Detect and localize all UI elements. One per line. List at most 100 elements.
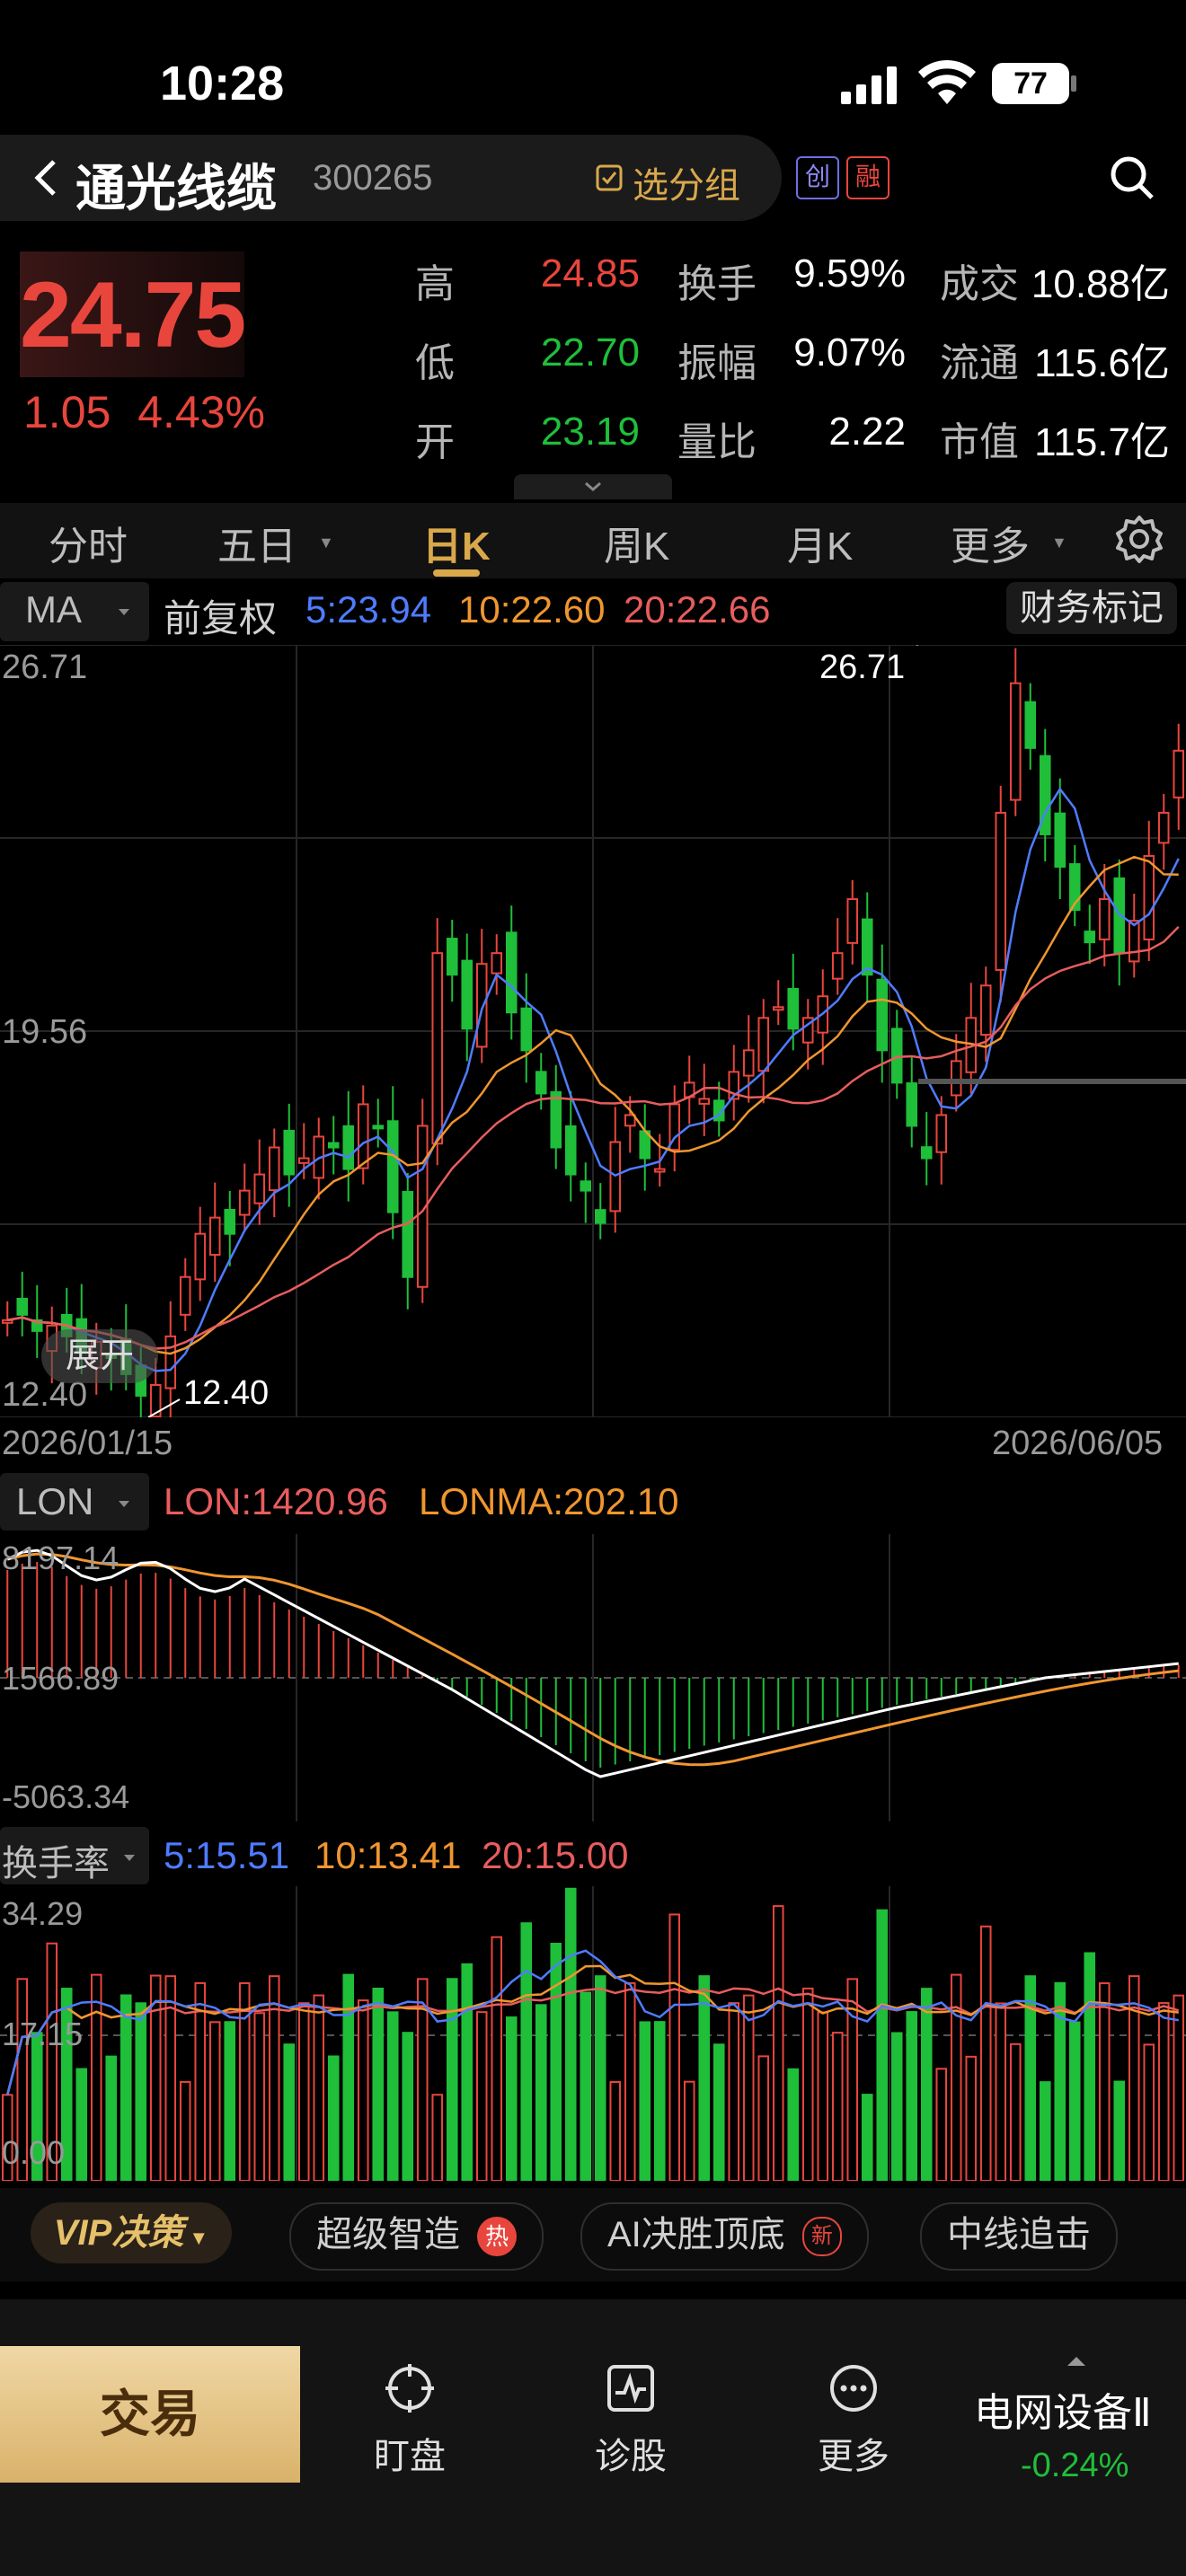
- nav-watch[interactable]: 盯盘: [338, 2362, 482, 2479]
- turnover-bar: [594, 1975, 606, 2181]
- turnover-bar: [683, 2080, 695, 2181]
- candle-body: [876, 978, 889, 1052]
- candle-body: [580, 1180, 592, 1192]
- candle-body: [342, 1125, 355, 1170]
- candle-body: [757, 1017, 770, 1072]
- strategy-mid-chase[interactable]: 中线追击: [920, 2202, 1118, 2271]
- tab-4[interactable]: 月K: [787, 514, 853, 571]
- turnover-bar: [491, 1936, 503, 2181]
- candle-body: [208, 1216, 221, 1257]
- turnover-bar: [208, 2021, 221, 2181]
- strategy-ai-top-bottom[interactable]: AI决胜顶底 新: [580, 2202, 869, 2271]
- wifi-icon: [918, 59, 976, 110]
- turnover-bar: [609, 2081, 622, 2181]
- turnover-bar: [386, 2011, 399, 2181]
- candlestick-chart[interactable]: [0, 645, 1186, 1417]
- quote-stats: 高 24.85 换手 9.59% 成交 10.88亿低 22.70 振幅 9.07% 流通 115.…: [415, 251, 1170, 467]
- tab-5[interactable]: 更多: [951, 514, 1030, 571]
- turnover-bar: [624, 1981, 636, 2181]
- turnover-bar: [90, 1973, 102, 2181]
- watchlist-button[interactable]: 选分组: [633, 156, 740, 208]
- financial-mark-button[interactable]: 财务标记: [1006, 582, 1177, 634]
- turnover-y-top: 34.29: [2, 1895, 84, 1932]
- candle-body: [357, 1103, 369, 1169]
- margin-badge: 融: [846, 156, 890, 199]
- candle-body: [297, 1157, 310, 1164]
- candle-body: [787, 987, 800, 1030]
- lon-value: LON:1420.96: [164, 1480, 388, 1522]
- turnover-bar: [979, 1925, 992, 2181]
- adjust-label[interactable]: 前复权: [164, 588, 277, 643]
- tab-2[interactable]: 日K: [422, 514, 491, 571]
- tab-0[interactable]: 分时: [49, 514, 128, 571]
- turnover-bar: [817, 2011, 829, 2181]
- new-badge: 新: [801, 2217, 842, 2257]
- turnover-bar: [920, 1988, 933, 2181]
- back-icon[interactable]: [20, 149, 74, 207]
- candle-body: [1157, 811, 1170, 844]
- candle-body: [1009, 682, 1022, 801]
- expand-quote-handle[interactable]: [514, 474, 672, 499]
- expand-button[interactable]: 展开: [41, 1329, 158, 1383]
- sector-change: -0.24%: [1021, 2447, 1129, 2484]
- nav-more[interactable]: 更多: [782, 2362, 925, 2479]
- indicator-ma: MA: [25, 588, 82, 631]
- turnover-bar: [1113, 2080, 1126, 2181]
- turnover-bar: [801, 1987, 814, 2181]
- tab-1[interactable]: 五日: [217, 514, 296, 571]
- lon-chart[interactable]: [0, 1534, 1186, 1822]
- stat-value: 10.88亿: [1031, 262, 1170, 306]
- stat-value: 115.7亿: [1034, 420, 1170, 464]
- change-percent: 4.43%: [137, 387, 266, 437]
- candle-body: [16, 1297, 29, 1316]
- turnover-bar: [653, 2021, 666, 2181]
- date-start: 2026/01/15: [2, 1425, 173, 1462]
- candle-body: [831, 952, 844, 980]
- turnover-bar: [890, 2032, 903, 2181]
- turnover-bar: [831, 2032, 844, 2181]
- settings-icon[interactable]: [1114, 514, 1164, 569]
- turnover-bar: [119, 1994, 132, 2181]
- y-axis-top: 26.71: [2, 648, 88, 686]
- current-price: 24.75: [20, 263, 246, 367]
- chart-pulse-icon: [559, 2362, 703, 2423]
- turnover-bar: [1054, 1981, 1067, 2181]
- turnover-bar: [461, 1963, 474, 2181]
- candle-body: [742, 1049, 755, 1077]
- candle-body: [861, 918, 873, 976]
- turnover-ma10: 10:13.41: [314, 1834, 462, 1876]
- sector-name[interactable]: 电网设备Ⅱ: [974, 2380, 1152, 2438]
- ma10-value: 10:22.60: [458, 588, 606, 631]
- strategy-super-smart[interactable]: 超级智造 热: [289, 2202, 544, 2271]
- search-icon[interactable]: [1107, 153, 1157, 207]
- candle-body: [402, 1191, 414, 1278]
- candle-body: [238, 1189, 251, 1216]
- turnover-bar: [1173, 1994, 1185, 2181]
- price-change: 1.05 4.43%: [23, 386, 265, 438]
- nav-diagnose[interactable]: 诊股: [559, 2362, 703, 2479]
- turnover-bar: [742, 1994, 755, 2181]
- trade-button[interactable]: 交易: [0, 2346, 300, 2483]
- tab-3[interactable]: 周K: [604, 514, 669, 571]
- turnover-bar: [75, 2068, 88, 2181]
- y-axis-mid: 19.56: [2, 1013, 88, 1051]
- candle-body: [224, 1209, 236, 1235]
- hot-badge: 热: [477, 2217, 518, 2257]
- candle-body: [372, 1125, 385, 1130]
- strategy-super-smart-label: 超级智造: [316, 2215, 460, 2254]
- turnover-bar: [668, 1913, 681, 2181]
- turnover-bar: [876, 1909, 889, 2181]
- stat-value: 9.07%: [793, 331, 906, 375]
- turnover-indicator: 换手率: [2, 1844, 110, 1883]
- turnover-bar: [520, 1922, 533, 2181]
- lon-y-bottom: -5063.34: [2, 1778, 130, 1815]
- candle-body: [1173, 749, 1185, 798]
- lon-y-top: 8197.14: [2, 1539, 119, 1576]
- turnover-bar: [535, 2004, 547, 2181]
- turnover-bar: [402, 2032, 414, 2181]
- vip-decision-button[interactable]: VIP决策 ▼: [31, 2202, 232, 2263]
- candle-body: [475, 963, 488, 1048]
- turnover-chart[interactable]: [0, 1886, 1186, 2181]
- stat-value: 23.19: [540, 410, 640, 454]
- candle-body: [164, 1335, 177, 1389]
